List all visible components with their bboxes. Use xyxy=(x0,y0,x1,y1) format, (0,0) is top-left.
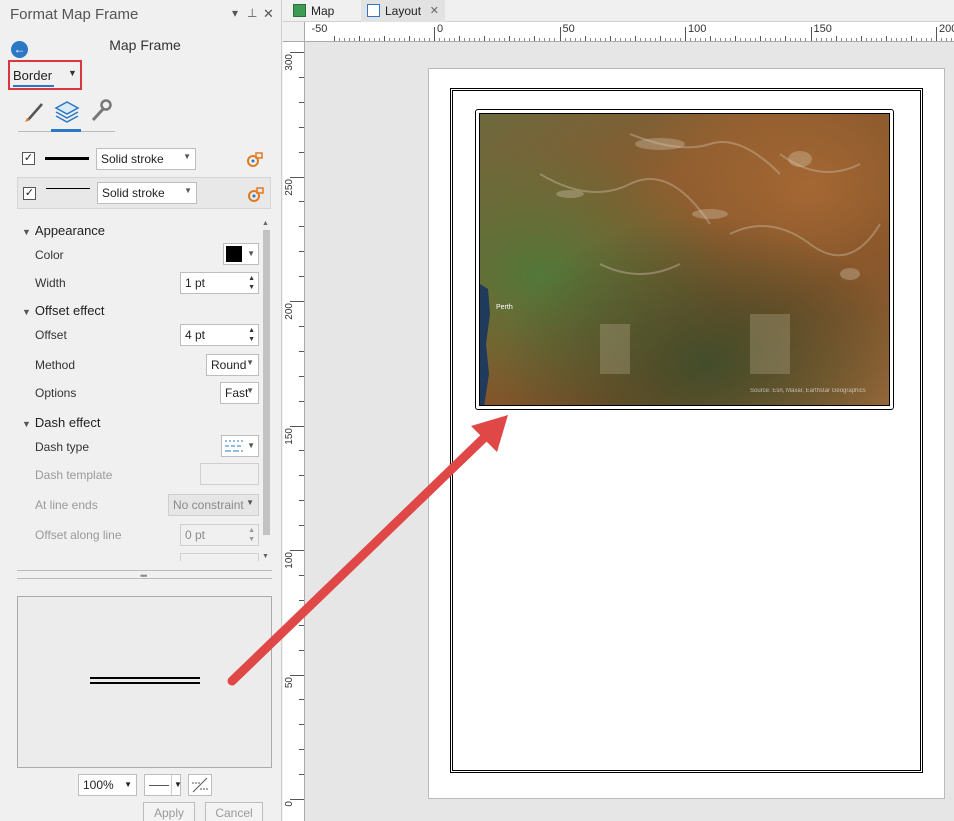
no-background-icon[interactable] xyxy=(188,774,212,796)
preview-background-dropdown[interactable]: ▼ xyxy=(144,774,182,796)
format-pane: Format Map Frame ▾ ⊥ ✕ ← Map Frame Borde… xyxy=(0,0,282,821)
dash-template-label: Dash template xyxy=(35,468,113,482)
method-dropdown[interactable]: Round ▼ xyxy=(206,354,259,376)
offset-along-line-label: Offset along line xyxy=(35,528,122,542)
mode-dropdown-label: Border xyxy=(13,68,53,83)
ruler-label: 250 xyxy=(284,178,295,196)
dash-effect-section-toggle[interactable]: ▼ Dash effect xyxy=(22,415,100,430)
preview-zoom-dropdown[interactable]: 100% ▼ xyxy=(78,774,137,796)
chevron-down-icon: ▼ xyxy=(68,68,77,78)
stroke-swatch xyxy=(45,157,89,160)
apply-button[interactable]: Apply xyxy=(143,802,195,821)
symbol-preview xyxy=(17,596,272,768)
ruler-label: 0 xyxy=(284,801,295,807)
chevron-down-icon: ▼ xyxy=(22,419,31,429)
pane-options-icon[interactable]: ▾ xyxy=(232,6,238,20)
width-label: Width xyxy=(35,276,66,290)
offset-along-line-input[interactable]: 0 pt ▲ ▼ xyxy=(180,524,259,546)
element-name: Map Frame xyxy=(109,37,181,53)
chevron-down-icon: ▼ xyxy=(22,307,31,317)
ruler-label: 300 xyxy=(284,54,295,71)
splitter-grip-icon[interactable]: ••• xyxy=(140,571,148,581)
symbol-properties-icon[interactable] xyxy=(247,151,263,167)
tab-map[interactable]: Map xyxy=(287,0,340,22)
spinner-arrows-icon[interactable]: ▲ ▼ xyxy=(248,274,255,292)
ruler-label: 50 xyxy=(562,23,575,35)
wrench-icon[interactable] xyxy=(84,98,116,132)
map-frame[interactable]: Perth Source: Esri, Maxar, Earthstar Geo… xyxy=(479,113,890,406)
scroll-up-icon[interactable]: ▲ xyxy=(262,220,269,227)
close-icon[interactable]: ✕ xyxy=(263,6,274,22)
stroke-type-dropdown[interactable]: Solid stroke ▼ xyxy=(97,182,197,204)
ruler-label: -50 xyxy=(311,23,328,35)
pane-title: Format Map Frame xyxy=(10,6,139,23)
stroke-visibility-checkbox[interactable]: ✓ xyxy=(23,187,36,200)
ruler-label: 0 xyxy=(437,23,444,35)
stroke-layer-row[interactable]: ✓ Solid stroke ▼ xyxy=(17,143,271,175)
scroll-down-icon[interactable]: ▼ xyxy=(262,553,269,560)
spinner-arrows-icon[interactable]: ▲ ▼ xyxy=(248,526,255,544)
width-input[interactable]: 1 pt ▲ ▼ xyxy=(180,272,259,294)
dash-type-picker[interactable]: ▼ xyxy=(221,435,259,457)
horizontal-ruler[interactable]: -50 0 50 100 150 200 xyxy=(305,22,954,42)
paintbrush-icon[interactable] xyxy=(19,98,51,132)
appearance-section-toggle[interactable]: ▼ Appearance xyxy=(22,223,105,238)
ruler-label: 200 xyxy=(939,23,954,35)
offset-effect-section-toggle[interactable]: ▼ Offset effect xyxy=(22,303,105,318)
line-ends-dropdown[interactable]: No constraint ▼ xyxy=(168,494,259,516)
map-icon xyxy=(293,4,306,17)
ruler-label: 150 xyxy=(813,23,832,35)
ruler-label: 100 xyxy=(688,23,707,35)
options-dropdown[interactable]: Fast ▼ xyxy=(220,382,259,404)
dash-pattern-icon xyxy=(225,440,243,452)
map-attribution: Source: Esri, Maxar, Earthstar Geographi… xyxy=(750,388,866,394)
dash-template-input[interactable] xyxy=(200,463,259,485)
layout-icon xyxy=(367,4,380,17)
offset-label: Offset xyxy=(35,328,67,342)
color-picker[interactable]: ▼ xyxy=(223,243,259,265)
options-label: Options xyxy=(35,386,77,400)
document-tab-bar: Map Layout ✕ xyxy=(283,0,954,22)
scrollbar-thumb[interactable] xyxy=(263,230,270,535)
ruler-label: 150 xyxy=(284,427,295,445)
stroke-layer-row[interactable]: ✓ Solid stroke ▼ xyxy=(17,177,271,209)
mode-dropdown[interactable]: Border ▼ xyxy=(8,60,82,90)
line-ends-label: At line ends xyxy=(35,498,98,512)
vertical-ruler[interactable]: 300 250 200 150 100 50 0 xyxy=(283,42,305,821)
layers-icon[interactable] xyxy=(51,98,83,132)
pin-icon[interactable]: ⊥ xyxy=(247,6,257,20)
chevron-down-icon: ▼ xyxy=(22,227,31,237)
spinner-arrows-icon[interactable]: ▲ ▼ xyxy=(248,326,255,344)
map-place-label: Perth xyxy=(496,304,513,311)
stroke-visibility-checkbox[interactable]: ✓ xyxy=(22,152,35,165)
stroke-swatch xyxy=(46,188,90,189)
offset-input[interactable]: 4 pt ▲ ▼ xyxy=(180,324,259,346)
close-icon[interactable]: ✕ xyxy=(430,4,439,17)
dash-type-label: Dash type xyxy=(35,440,90,454)
color-label: Color xyxy=(35,248,64,262)
symbol-properties-icon[interactable] xyxy=(248,186,264,202)
properties-scrollbar[interactable]: ▲ ▼ xyxy=(262,220,271,560)
satellite-imagery xyxy=(480,114,889,405)
stroke-type-dropdown[interactable]: Solid stroke ▼ xyxy=(96,148,196,170)
color-swatch xyxy=(226,246,242,262)
ruler-label: 200 xyxy=(284,303,295,320)
ruler-label: 50 xyxy=(284,676,295,688)
cancel-button[interactable]: Cancel xyxy=(205,802,263,821)
tab-layout[interactable]: Layout ✕ xyxy=(361,0,445,22)
method-label: Method xyxy=(35,358,76,372)
ruler-label: 100 xyxy=(284,552,295,569)
